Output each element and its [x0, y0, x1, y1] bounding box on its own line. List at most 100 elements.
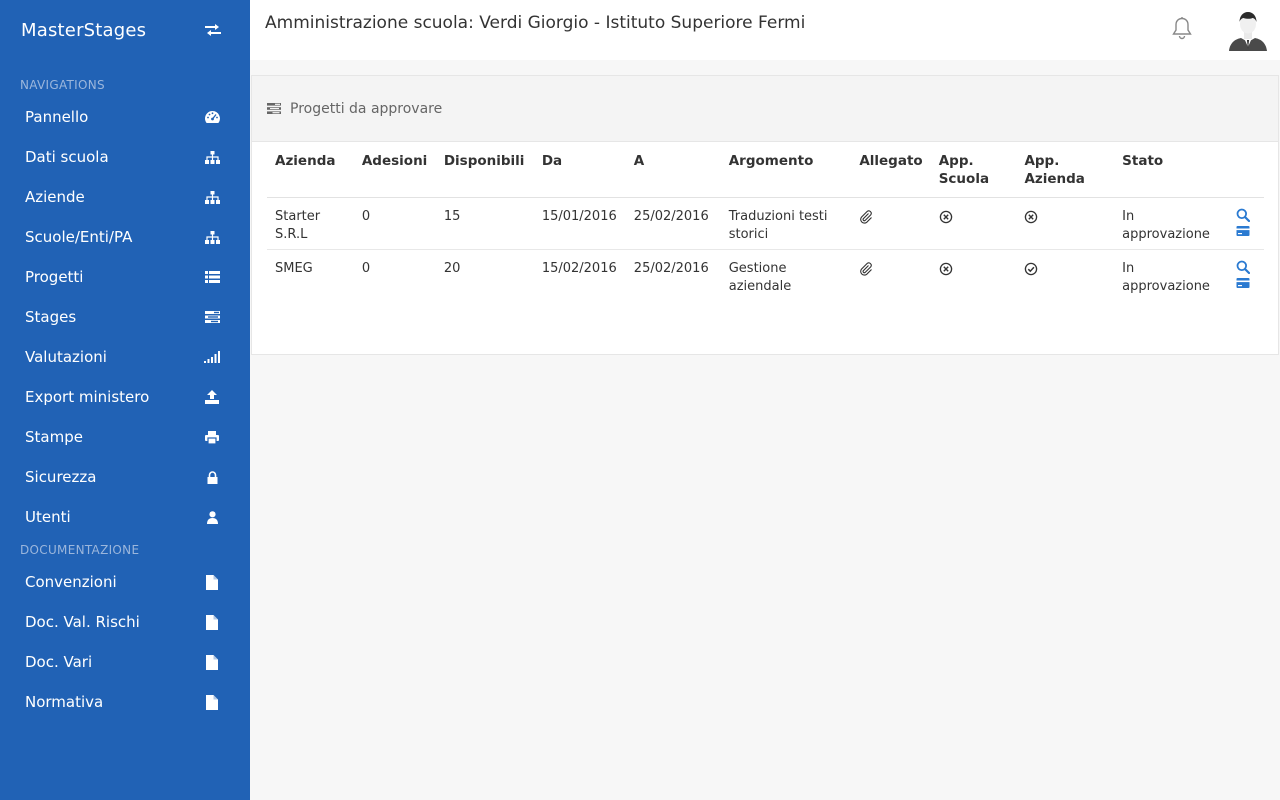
- sidebar-item-stampe[interactable]: Stampe: [0, 417, 250, 457]
- sidebar-item-stages[interactable]: Stages: [0, 297, 250, 337]
- tasks-icon: [204, 309, 220, 325]
- column-header-app-azienda: App. Azienda: [1016, 142, 1115, 198]
- brand-bar: MasterStages: [0, 0, 250, 60]
- cell-stato: In approvazione: [1122, 261, 1210, 294]
- sidebar-item-label: Aziende: [25, 188, 85, 206]
- paperclip-icon[interactable]: [859, 261, 873, 276]
- cell-disponibili: 20: [443, 261, 461, 276]
- cell-adesioni: 0: [361, 261, 371, 276]
- section-label-documentazione: DOCUMENTAZIONE: [20, 543, 140, 557]
- table-row: SMEG 0 20 15/02/2016 25/02/2016 Gestione…: [267, 250, 1264, 302]
- search-icon[interactable]: [1236, 260, 1250, 275]
- list-icon: [204, 269, 220, 285]
- bell-icon[interactable]: [1171, 16, 1193, 40]
- file-icon: [204, 694, 220, 710]
- cell-adesioni: 0: [353, 197, 436, 250]
- sidebar-item-label: Normativa: [25, 693, 104, 711]
- times-circle-icon: [1024, 210, 1038, 224]
- sidebar-item-normativa[interactable]: Normativa: [0, 682, 250, 722]
- cell-a: 25/02/2016: [633, 261, 709, 276]
- sidebar-item-doc-val-rischi[interactable]: Doc. Val. Rischi: [0, 602, 250, 642]
- projects-table: Azienda Adesioni Disponibili Da A Argome…: [267, 142, 1264, 301]
- check-circle-icon: [1024, 262, 1038, 276]
- docs-nav: Convenzioni Doc. Val. Rischi Doc. Vari N…: [0, 562, 250, 722]
- cell-app-scuola: [930, 197, 1017, 250]
- projects-panel: Progetti da approvare Azienda Adesioni D…: [251, 75, 1279, 355]
- sidebar-item-label: Doc. Val. Rischi: [25, 613, 140, 631]
- cell-stato: In approvazione: [1114, 197, 1222, 250]
- sidebar-item-label: Stages: [25, 308, 77, 326]
- column-header-actions: [1221, 142, 1264, 198]
- cell-allegato: [851, 197, 931, 250]
- top-header: Amministrazione scuola: Verdi Giorgio - …: [250, 0, 1280, 60]
- upload-icon: [204, 389, 220, 405]
- sidebar-item-sicurezza[interactable]: Sicurezza: [0, 457, 250, 497]
- cell-app-azienda: [1016, 250, 1114, 302]
- cell-azienda: Starter S.R.L: [267, 197, 354, 250]
- column-header-allegato: Allegato: [851, 142, 931, 198]
- sidebar-item-progetti[interactable]: Progetti: [0, 257, 250, 297]
- times-circle-icon: [939, 210, 953, 224]
- sidebar-item-aziende[interactable]: Aziende: [0, 177, 250, 217]
- sidebar-item-label: Export ministero: [25, 388, 150, 406]
- sidebar-item-label: Valutazioni: [25, 348, 107, 366]
- file-icon: [204, 654, 220, 670]
- sidebar-item-convenzioni[interactable]: Convenzioni: [0, 562, 250, 602]
- cell-actions: [1221, 250, 1264, 302]
- column-header-app-scuola: App. Scuola: [930, 142, 1017, 198]
- column-header-a: A: [625, 142, 721, 198]
- cell-a: 25/02/2016: [625, 197, 721, 250]
- cell-app-scuola: [931, 250, 1017, 302]
- sidebar-item-pannello[interactable]: Pannello: [0, 97, 250, 137]
- column-header-adesioni: Adesioni: [353, 142, 436, 198]
- credit-card-icon[interactable]: [1236, 225, 1250, 239]
- column-header-azienda: Azienda: [267, 142, 354, 198]
- file-icon: [204, 614, 220, 630]
- sidebar-item-label: Doc. Vari: [25, 653, 93, 671]
- main-nav: Pannello Dati scuola Aziende Scuole/Enti…: [0, 97, 250, 537]
- sidebar-item-label: Utenti: [25, 508, 71, 526]
- avatar[interactable]: [1227, 9, 1269, 51]
- cell-disponibili: 15: [435, 197, 534, 250]
- sitemap-icon: [204, 229, 220, 245]
- sidebar-item-scuole-enti-pa[interactable]: Scuole/Enti/PA: [0, 217, 250, 257]
- sidebar-item-export-ministero[interactable]: Export ministero: [0, 377, 250, 417]
- panel-title: Progetti da approvare: [290, 100, 443, 117]
- cell-argomento: Gestione aziendale: [728, 261, 792, 294]
- user-icon: [204, 509, 220, 525]
- cell-da: 15/02/2016: [541, 261, 617, 276]
- sidebar-item-label: Stampe: [25, 428, 83, 446]
- table-row: Starter S.R.L 0 15 15/01/2016 25/02/2016…: [267, 197, 1264, 250]
- credit-card-icon[interactable]: [1236, 277, 1250, 291]
- sidebar-item-label: Sicurezza: [25, 468, 97, 486]
- exchange-icon[interactable]: [204, 23, 222, 37]
- search-icon[interactable]: [1236, 208, 1250, 223]
- cell-da: 15/01/2016: [533, 197, 626, 250]
- sidebar-item-doc-vari[interactable]: Doc. Vari: [0, 642, 250, 682]
- cell-argomento: Traduzioni testi storici: [720, 197, 852, 250]
- sidebar-item-label: Pannello: [25, 108, 89, 126]
- sidebar-item-utenti[interactable]: Utenti: [0, 497, 250, 537]
- column-header-argomento: Argomento: [720, 142, 852, 198]
- column-header-da: Da: [533, 142, 626, 198]
- column-header-stato: Stato: [1114, 142, 1222, 198]
- sidebar-item-label: Scuole/Enti/PA: [25, 228, 133, 246]
- print-icon: [204, 429, 220, 445]
- cell-app-azienda: [1016, 197, 1115, 250]
- brand-name[interactable]: MasterStages: [21, 20, 146, 41]
- section-label-navigations: NAVIGATIONS: [20, 78, 105, 92]
- times-circle-icon: [939, 262, 953, 276]
- sidebar-item-label: Progetti: [25, 268, 84, 286]
- sidebar-item-label: Dati scuola: [25, 148, 109, 166]
- table-header-row: Azienda Adesioni Disponibili Da A Argome…: [267, 142, 1264, 198]
- lock-icon: [204, 469, 220, 485]
- sitemap-icon: [204, 149, 220, 165]
- sidebar-item-valutazioni[interactable]: Valutazioni: [0, 337, 250, 377]
- cell-actions: [1221, 197, 1264, 250]
- cell-allegato: [851, 250, 930, 302]
- page-title: Amministrazione scuola: Verdi Giorgio - …: [265, 13, 806, 33]
- file-icon: [204, 574, 220, 590]
- paperclip-icon[interactable]: [859, 209, 873, 224]
- panel-heading: Progetti da approvare: [252, 76, 1278, 142]
- sidebar-item-dati-scuola[interactable]: Dati scuola: [0, 137, 250, 177]
